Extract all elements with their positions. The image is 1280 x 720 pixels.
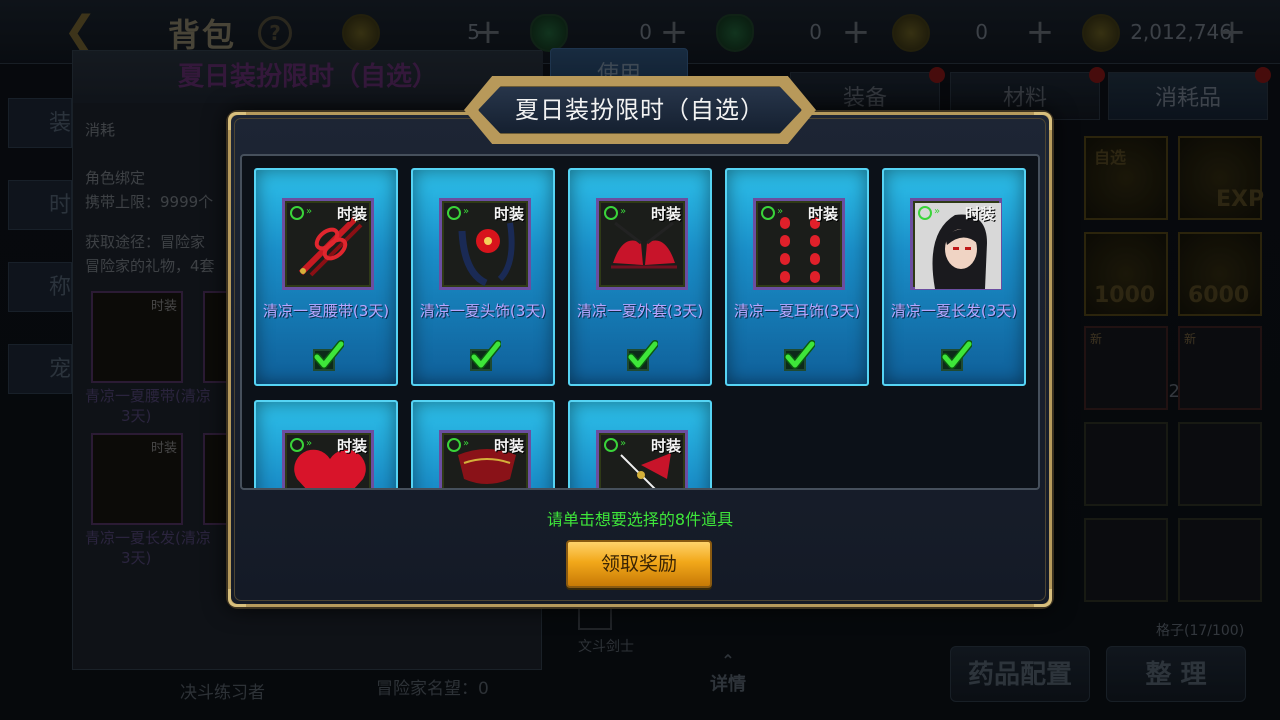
timer-arrows-icon: » (620, 438, 627, 449)
corner-ornament (228, 589, 246, 607)
red-earrings-icon (758, 217, 844, 293)
item-name: 清凉一夏腰带(3天) (262, 302, 390, 320)
item-card[interactable]: » 时装清凉一夏耳饰(3天) (725, 168, 869, 386)
item-icon-frame: » 时装 (282, 430, 374, 488)
timer-clock-icon (290, 438, 304, 452)
corner-ornament (228, 112, 246, 130)
timer-arrows-icon: » (463, 438, 470, 449)
item-card[interactable]: » 时装 (411, 400, 555, 488)
checkmark-icon (941, 340, 972, 371)
item-card[interactable]: » 时装清凉一夏头饰(3天) (411, 168, 555, 386)
item-icon-frame: » 时装 (596, 198, 688, 290)
timer-clock-icon (447, 206, 461, 220)
fashion-tag: 时装 (493, 437, 524, 455)
item-name: 清凉一夏长发(3天) (890, 302, 1018, 320)
fashion-tag: 时装 (493, 205, 524, 223)
red-bikini-top-icon (601, 221, 687, 293)
corner-ornament (1034, 112, 1052, 130)
timer-arrows-icon: » (463, 206, 470, 217)
checkmark-icon (784, 340, 815, 371)
timer-clock-icon (918, 206, 932, 220)
checkmark-icon (470, 340, 501, 371)
red-belt-icon (287, 214, 373, 293)
fashion-tag: 时装 (807, 205, 838, 223)
selection-hint: 请单击想要选择的8件道具 (546, 510, 734, 529)
timer-arrows-icon: » (306, 438, 313, 449)
item-card[interactable]: » 时装清凉一夏外套(3天) (568, 168, 712, 386)
fashion-tag: 时装 (964, 205, 995, 223)
item-icon-frame: » 时装 (910, 198, 1002, 290)
item-card[interactable]: » 时装清凉一夏腰带(3天) (254, 168, 398, 386)
item-icon-frame: » 时装 (282, 198, 374, 290)
timer-arrows-icon: » (777, 206, 784, 217)
timer-clock-icon (604, 206, 618, 220)
timer-clock-icon (761, 206, 775, 220)
fashion-tag: 时装 (650, 437, 681, 455)
flower-headband-icon (444, 222, 530, 293)
timer-arrows-icon: » (620, 206, 627, 217)
timer-clock-icon (604, 438, 618, 452)
fashion-tag: 时装 (650, 205, 681, 223)
item-icon-frame: » 时装 (439, 430, 531, 488)
timer-arrows-icon: » (306, 206, 313, 217)
item-icon-frame: » 时装 (596, 430, 688, 488)
checkmark-icon (313, 340, 344, 371)
dialog-title-banner: 夏日装扮限时（自选） (464, 76, 816, 144)
timer-clock-icon (447, 438, 461, 452)
fashion-tag: 时装 (336, 205, 367, 223)
item-card[interactable]: » 时装清凉一夏长发(3天) (882, 168, 1026, 386)
corner-ornament (1034, 589, 1052, 607)
claim-reward-button[interactable]: 领取奖励 (566, 540, 712, 588)
item-name: 清凉一夏头饰(3天) (419, 302, 547, 320)
fashion-tag: 时装 (336, 437, 367, 455)
item-name: 清凉一夏外套(3天) (576, 302, 704, 320)
item-name: 清凉一夏耳饰(3天) (733, 302, 861, 320)
item-icon-frame: » 时装 (439, 198, 531, 290)
long-black-hair-icon (915, 203, 1001, 293)
checkmark-icon (627, 340, 658, 371)
item-card[interactable]: » 时装 (254, 400, 398, 488)
item-selection-grid: » 时装 清凉一夏腰带(3天)» 时装 清凉一夏头饰(3天)» 时装 清凉一夏外套(3天)»… (240, 154, 1040, 490)
item-icon-frame: » 时装 (753, 198, 845, 290)
dialog-title: 夏日装扮限时（自选） (515, 96, 765, 124)
timer-clock-icon (290, 206, 304, 220)
item-card[interactable]: » 时装 (568, 400, 712, 488)
timer-arrows-icon: » (934, 206, 941, 217)
